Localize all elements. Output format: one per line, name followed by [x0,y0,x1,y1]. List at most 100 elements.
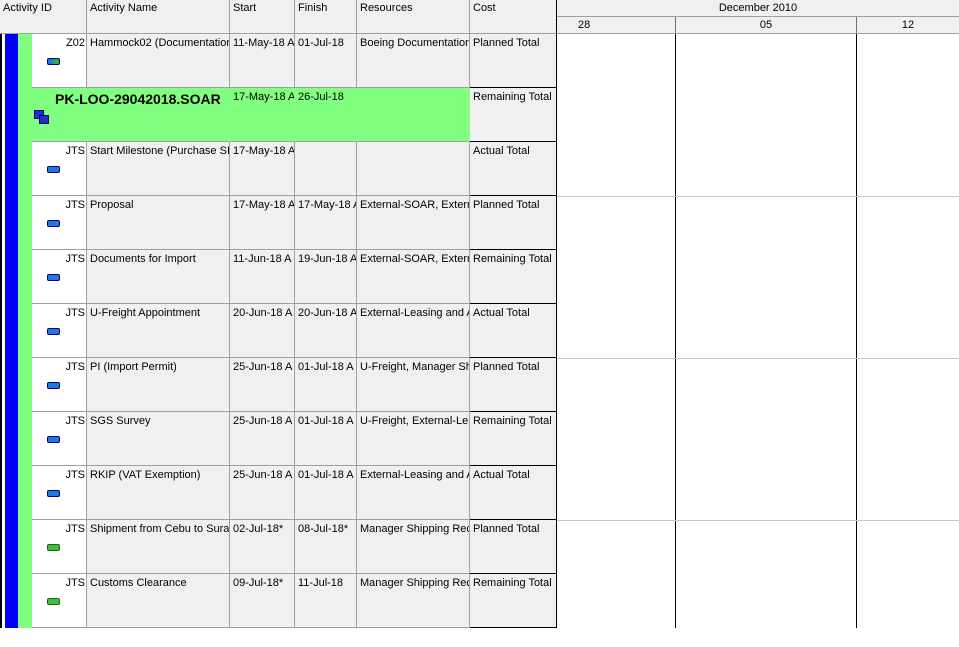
resources-cell-text: External-SOAR, External [360,199,470,211]
cost-cell-text: Planned Total [473,37,540,49]
finish-date-cell[interactable]: 01-Jul-18 A [295,466,357,520]
activity-type-icon [47,220,60,227]
activity-name-cell-text: Hammock02 (Documentation [90,37,230,49]
start-date-cell[interactable]: 17-May-18 A [230,88,295,142]
wbs-row[interactable]: 17-May-18 A 26-Jul-18 Remaining Total PK-LO… [0,88,557,142]
activity-id-cell-text: JTS [65,361,85,373]
resources-cell[interactable] [357,88,470,142]
cost-cell[interactable]: Actual Total [470,304,557,358]
cost-cell[interactable]: Remaining Total [470,88,557,142]
col-header-resources[interactable]: Resources [357,0,470,34]
start-date-cell[interactable]: 17-May-18 A [230,196,295,250]
cost-cell[interactable]: Planned Total [470,358,557,412]
cost-cell[interactable]: Remaining Total [470,574,557,628]
start-date-cell[interactable]: 09-Jul-18* [230,574,295,628]
finish-date-cell-text: 20-Jun-18 A [298,307,357,319]
finish-date-cell[interactable]: 26-Jul-18 [295,88,357,142]
col-header-cost[interactable]: Cost [470,0,557,34]
start-date-cell[interactable]: 17-May-18 A [230,142,295,196]
wbs-level-band [5,574,18,628]
start-date-cell[interactable]: 20-Jun-18 A [230,304,295,358]
activity-name-cell[interactable]: U-Freight Appointment [87,304,230,358]
activity-row[interactable]: JTS U-Freight Appointment 20-Jun-18 A 20-Ju… [0,304,557,358]
cost-cell[interactable]: Planned Total [470,520,557,574]
resources-cell-text: U-Freight, External-Le [360,415,469,427]
activity-name-cell[interactable]: Shipment from Cebu to Sura [87,520,230,574]
finish-date-cell[interactable]: 17-May-18 A [295,196,357,250]
activity-name-cell[interactable]: Proposal [87,196,230,250]
row-edge [0,412,2,466]
finish-date-cell-text: 17-May-18 A [298,199,357,211]
finish-date-cell[interactable]: 19-Jun-18 A [295,250,357,304]
start-date-cell[interactable]: 11-May-18 A [230,34,295,88]
activity-row[interactable]: JTS Proposal 17-May-18 A 17-May-18 A Externa… [0,196,557,250]
wbs-level-band [18,88,32,142]
activity-name-cell[interactable]: Documents for Import [87,250,230,304]
col-header-finish[interactable]: Finish [295,0,357,34]
activity-row[interactable]: JTS SGS Survey 25-Jun-18 A 01-Jul-18 A U-Fre… [0,412,557,466]
finish-date-cell[interactable]: 01-Jul-18 A [295,412,357,466]
col-header-activity-name[interactable]: Activity Name [87,0,230,34]
start-date-cell[interactable]: 25-Jun-18 A [230,466,295,520]
activity-row[interactable]: JTS PI (Import Permit) 25-Jun-18 A 01-Jul-1… [0,358,557,412]
activity-row[interactable]: JTS Documents for Import 11-Jun-18 A 19-Jun… [0,250,557,304]
activity-id-cell-text: JTS [65,145,85,157]
finish-date-cell-text: 01-Jul-18 A [298,361,354,373]
wbs-level-band [18,520,32,574]
finish-date-cell[interactable]: 11-Jul-18 [295,574,357,628]
finish-date-cell[interactable] [295,142,357,196]
cost-cell[interactable]: Actual Total [470,142,557,196]
resources-cell[interactable]: U-Freight, External-Le [357,412,470,466]
resources-cell[interactable] [357,142,470,196]
activity-name-cell[interactable]: Start Milestone (Purchase SI [87,142,230,196]
col-header-label: Resources [360,2,413,14]
activity-name-cell[interactable]: RKIP (VAT Exemption) [87,466,230,520]
finish-date-cell[interactable]: 01-Jul-18 A [295,358,357,412]
col-header-activity-id[interactable]: Activity ID [0,0,87,34]
activity-name-cell-text: Start Milestone (Purchase SI [90,145,230,157]
cost-cell[interactable]: Actual Total [470,466,557,520]
col-header-label: Activity ID [3,2,52,14]
start-date-cell[interactable]: 25-Jun-18 A [230,412,295,466]
activity-row[interactable]: Z02 Hammock02 (Documentation 11-May-18 A 01… [0,34,557,88]
activity-row[interactable]: JTS Shipment from Cebu to Sura 02-Jul-18* 0… [0,520,557,574]
activity-row[interactable]: JTS RKIP (VAT Exemption) 25-Jun-18 A 01-Jul… [0,466,557,520]
row-gridline [557,520,959,521]
activity-name-cell[interactable]: PI (Import Permit) [87,358,230,412]
activity-row[interactable]: JTS Customs Clearance 09-Jul-18* 11-Jul-18 M… [0,574,557,628]
wbs-level-band [5,412,18,466]
gantt-chart-area[interactable] [557,34,959,628]
activity-name-cell[interactable]: SGS Survey [87,412,230,466]
activity-name-cell[interactable]: Customs Clearance [87,574,230,628]
week-gridline [675,34,676,628]
resources-cell[interactable]: Boeing Documentation [357,34,470,88]
finish-date-cell[interactable]: 01-Jul-18 [295,34,357,88]
start-date-cell[interactable]: 02-Jul-18* [230,520,295,574]
resources-cell[interactable]: Manager Shipping Rec [357,520,470,574]
resources-cell[interactable]: External-SOAR, External [357,250,470,304]
start-date-cell-text: 11-Jun-18 A [233,253,292,265]
start-date-cell[interactable]: 11-Jun-18 A [230,250,295,304]
resources-cell[interactable]: U-Freight, Manager Sh [357,358,470,412]
finish-date-cell[interactable]: 20-Jun-18 A [295,304,357,358]
resources-cell-text: External-SOAR, External [360,253,470,265]
activity-name-cell-text: PI (Import Permit) [90,361,177,373]
resources-cell[interactable]: External-Leasing and A [357,466,470,520]
wbs-node-icon[interactable] [34,110,49,124]
finish-date-cell[interactable]: 08-Jul-18* [295,520,357,574]
cost-cell[interactable]: Remaining Total [470,250,557,304]
cost-cell[interactable]: Planned Total [470,34,557,88]
resources-cell[interactable]: Manager Shipping Rec [357,574,470,628]
activity-name-cell[interactable]: Hammock02 (Documentation [87,34,230,88]
cost-cell[interactable]: Remaining Total [470,412,557,466]
col-header-start[interactable]: Start [230,0,295,34]
resources-cell[interactable]: External-Leasing and A [357,304,470,358]
activity-id-cell-text: JTS [65,307,85,319]
activity-id-cell-text: JTS [65,523,85,535]
activity-row[interactable]: JTS Start Milestone (Purchase SI 17-May-18… [0,142,557,196]
start-date-cell-text: 20-Jun-18 A [233,307,293,319]
start-date-cell[interactable]: 25-Jun-18 A [230,358,295,412]
finish-date-cell-text: 01-Jul-18 [298,37,344,49]
resources-cell[interactable]: External-SOAR, External [357,196,470,250]
cost-cell[interactable]: Planned Total [470,196,557,250]
